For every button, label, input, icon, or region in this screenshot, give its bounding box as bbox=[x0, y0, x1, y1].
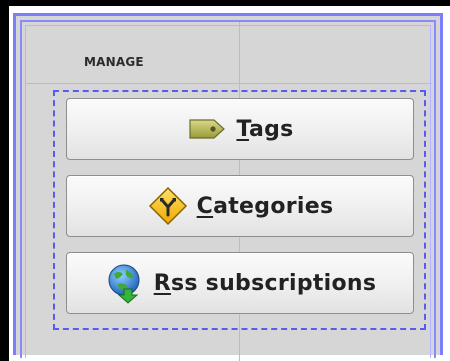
manage-section-label: MANAGE bbox=[84, 55, 144, 69]
category-diamond-icon bbox=[147, 185, 189, 227]
categories-button-label: Categories bbox=[196, 193, 334, 219]
tags-button[interactable]: Tags bbox=[66, 98, 414, 160]
tag-icon bbox=[186, 108, 228, 150]
layout-guide-horizontal bbox=[26, 83, 432, 84]
rss-globe-icon bbox=[104, 262, 146, 304]
rss-subscriptions-button-label: Rss subscriptions bbox=[153, 270, 377, 296]
tags-button-label: Tags bbox=[236, 116, 294, 142]
categories-button[interactable]: Categories bbox=[66, 175, 414, 237]
rss-subscriptions-button[interactable]: Rss subscriptions bbox=[66, 252, 414, 314]
